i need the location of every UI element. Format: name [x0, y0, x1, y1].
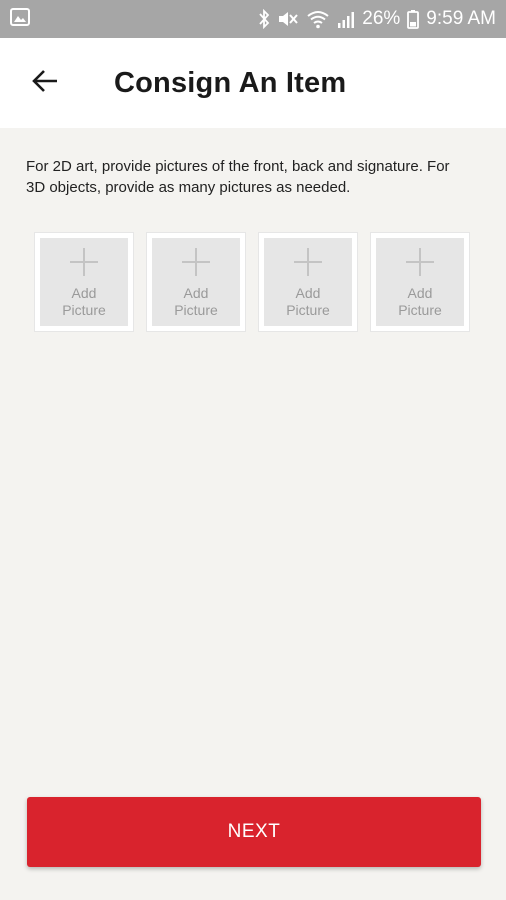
- instructions-text: For 2D art, provide pictures of the fron…: [26, 158, 450, 196]
- status-bar: 26% 9:59 AM: [0, 0, 506, 38]
- picture-row: Add Picture Add Picture Add Picture Add …: [34, 232, 470, 332]
- next-button[interactable]: NEXT: [27, 797, 481, 867]
- clock: 9:59 AM: [426, 8, 496, 29]
- bluetooth-icon: [258, 9, 270, 29]
- add-picture-button[interactable]: Add Picture: [34, 232, 134, 332]
- page-title: Consign An Item: [114, 66, 347, 99]
- add-picture-button[interactable]: Add Picture: [370, 232, 470, 332]
- mute-icon: [277, 9, 299, 29]
- wifi-icon: [306, 9, 330, 29]
- battery-percent: 26%: [362, 8, 401, 29]
- image-icon: [10, 7, 30, 31]
- signal-icon: [337, 9, 355, 29]
- battery-icon: [407, 9, 420, 29]
- plus-icon: [292, 246, 324, 283]
- back-button[interactable]: [0, 38, 90, 128]
- plus-icon: [68, 246, 100, 283]
- plus-icon: [404, 246, 436, 283]
- app-bar: Consign An Item: [0, 38, 506, 128]
- add-picture-button[interactable]: Add Picture: [258, 232, 358, 332]
- arrow-left-icon: [31, 69, 59, 98]
- add-picture-label: Add Picture: [62, 285, 106, 318]
- add-picture-label: Add Picture: [286, 285, 330, 318]
- add-picture-label: Add Picture: [174, 285, 218, 318]
- add-picture-button[interactable]: Add Picture: [146, 232, 246, 332]
- plus-icon: [180, 246, 212, 283]
- add-picture-label: Add Picture: [398, 285, 442, 318]
